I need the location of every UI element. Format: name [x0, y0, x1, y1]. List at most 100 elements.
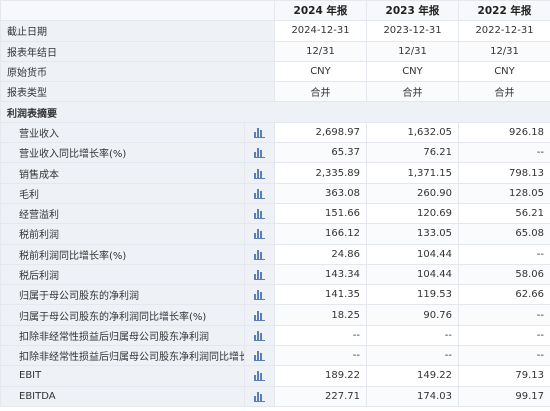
- chart-button[interactable]: [244, 365, 275, 387]
- bar-chart-icon: [254, 370, 265, 382]
- cell-value: 798.13: [458, 162, 550, 184]
- chart-button[interactable]: [244, 345, 275, 367]
- table-row: EBIT 189.22 149.22 79.13: [0, 365, 550, 387]
- cell-value: CNY: [274, 60, 367, 83]
- cell-value: 2023-12-31: [366, 20, 459, 42]
- header-row: 2024 年报 2023 年报 2022 年报: [0, 0, 550, 22]
- cell-value: CNY: [458, 60, 550, 83]
- row-label: 营业收入: [0, 121, 245, 144]
- cell-value: CNY: [366, 60, 459, 83]
- chart-button[interactable]: [244, 243, 275, 265]
- chart-button[interactable]: [244, 324, 275, 347]
- bar-chart-icon: [254, 228, 265, 240]
- cell-value: 141.35: [274, 284, 367, 306]
- cell-value: 24.86: [274, 243, 367, 265]
- row-label: 经营溢利: [0, 202, 245, 225]
- header-corner: [0, 0, 275, 22]
- cell-value: 合并: [366, 81, 459, 103]
- table-row: 税前利润同比增长率(%) 24.86 104.44 --: [0, 243, 550, 265]
- cell-value: 2022-12-31: [458, 20, 550, 42]
- cell-value: --: [458, 142, 550, 164]
- cell-value: 2,698.97: [274, 121, 367, 144]
- cell-value: 99.17: [458, 385, 550, 407]
- chart-button[interactable]: [244, 202, 275, 225]
- cell-value: --: [274, 345, 367, 367]
- chart-button[interactable]: [244, 304, 275, 326]
- table-row: 经营溢利 151.66 120.69 56.21: [0, 202, 550, 225]
- table-row: 税后利润 143.34 104.44 58.06: [0, 263, 550, 286]
- table-row: 销售成本 2,335.89 1,371.15 798.13: [0, 162, 550, 184]
- cell-value: 12/31: [366, 40, 459, 62]
- cell-value: 104.44: [366, 243, 459, 265]
- cell-value: 58.06: [458, 263, 550, 286]
- chart-button[interactable]: [244, 162, 275, 184]
- section-row-income-summary: 利润表摘要: [0, 101, 550, 123]
- bar-chart-icon: [254, 208, 265, 220]
- bar-chart-icon: [254, 350, 265, 362]
- row-label: 归属于母公司股东的净利润: [0, 284, 245, 306]
- cell-value: 151.66: [274, 202, 367, 225]
- table-row: 税前利润 166.12 133.05 65.08: [0, 223, 550, 245]
- bar-chart-icon: [254, 249, 265, 260]
- bar-chart-icon: [254, 391, 265, 402]
- cell-value: 166.12: [274, 223, 367, 245]
- cell-value: 2,335.89: [274, 162, 367, 184]
- table-row: 归属于母公司股东的净利润 141.35 119.53 62.66: [0, 284, 550, 306]
- column-header-2022[interactable]: 2022 年报: [458, 0, 550, 22]
- table-row: 扣除非经常性损益后归属母公司股东净利润 -- -- --: [0, 324, 550, 347]
- cell-value: --: [274, 324, 367, 347]
- cell-value: 1,632.05: [366, 121, 459, 144]
- row-label: 毛利: [0, 182, 245, 204]
- cell-value: 104.44: [366, 263, 459, 286]
- chart-button[interactable]: [244, 223, 275, 245]
- bar-chart-icon: [254, 127, 265, 138]
- cell-value: 120.69: [366, 202, 459, 225]
- cell-value: --: [458, 243, 550, 265]
- chart-button[interactable]: [244, 121, 275, 144]
- cell-value: 90.76: [366, 304, 459, 326]
- chart-button[interactable]: [244, 284, 275, 306]
- row-label: 扣除非经常性损益后归属母公司股东净利润同比增长...: [0, 345, 245, 367]
- cell-value: 128.05: [458, 182, 550, 204]
- cell-value: --: [366, 324, 459, 347]
- chart-button[interactable]: [244, 182, 275, 204]
- cell-value: 149.22: [366, 365, 459, 387]
- cell-value: 56.21: [458, 202, 550, 225]
- bar-chart-icon: [254, 168, 265, 179]
- chart-button[interactable]: [244, 142, 275, 164]
- chart-button[interactable]: [244, 385, 275, 407]
- table-row: 营业收入 2,698.97 1,632.05 926.18: [0, 121, 550, 144]
- meta-row-report-type: 报表类型 合并 合并 合并: [0, 81, 550, 103]
- cell-value: 76.21: [366, 142, 459, 164]
- meta-row-currency: 原始货币 CNY CNY CNY: [0, 60, 550, 83]
- cell-value: 12/31: [458, 40, 550, 62]
- column-header-2024[interactable]: 2024 年报: [274, 0, 367, 22]
- row-label: 税前利润: [0, 223, 245, 245]
- bar-chart-icon: [254, 289, 265, 301]
- bar-chart-icon: [254, 188, 265, 199]
- cell-value: 260.90: [366, 182, 459, 204]
- table-row: 毛利 363.08 260.90 128.05: [0, 182, 550, 204]
- cell-value: 65.37: [274, 142, 367, 164]
- column-header-2023[interactable]: 2023 年报: [366, 0, 459, 22]
- chart-button[interactable]: [244, 263, 275, 286]
- bar-chart-icon: [254, 330, 265, 341]
- cell-value: --: [458, 304, 550, 326]
- section-title: 利润表摘要: [0, 101, 550, 123]
- cell-value: 189.22: [274, 365, 367, 387]
- cell-value: 174.03: [366, 385, 459, 407]
- cell-value: 363.08: [274, 182, 367, 204]
- cell-value: 合并: [274, 81, 367, 103]
- cell-value: 62.66: [458, 284, 550, 306]
- row-label: 税后利润: [0, 263, 245, 286]
- table-row: 营业收入同比增长率(%) 65.37 76.21 --: [0, 142, 550, 164]
- cell-value: --: [366, 345, 459, 367]
- row-label: 原始货币: [0, 60, 275, 83]
- row-label: 营业收入同比增长率(%): [0, 142, 245, 164]
- row-label: 税前利润同比增长率(%): [0, 243, 245, 265]
- cell-value: 119.53: [366, 284, 459, 306]
- cell-value: 65.08: [458, 223, 550, 245]
- row-label: 报表年结日: [0, 40, 275, 62]
- cell-value: 143.34: [274, 263, 367, 286]
- cell-value: 926.18: [458, 121, 550, 144]
